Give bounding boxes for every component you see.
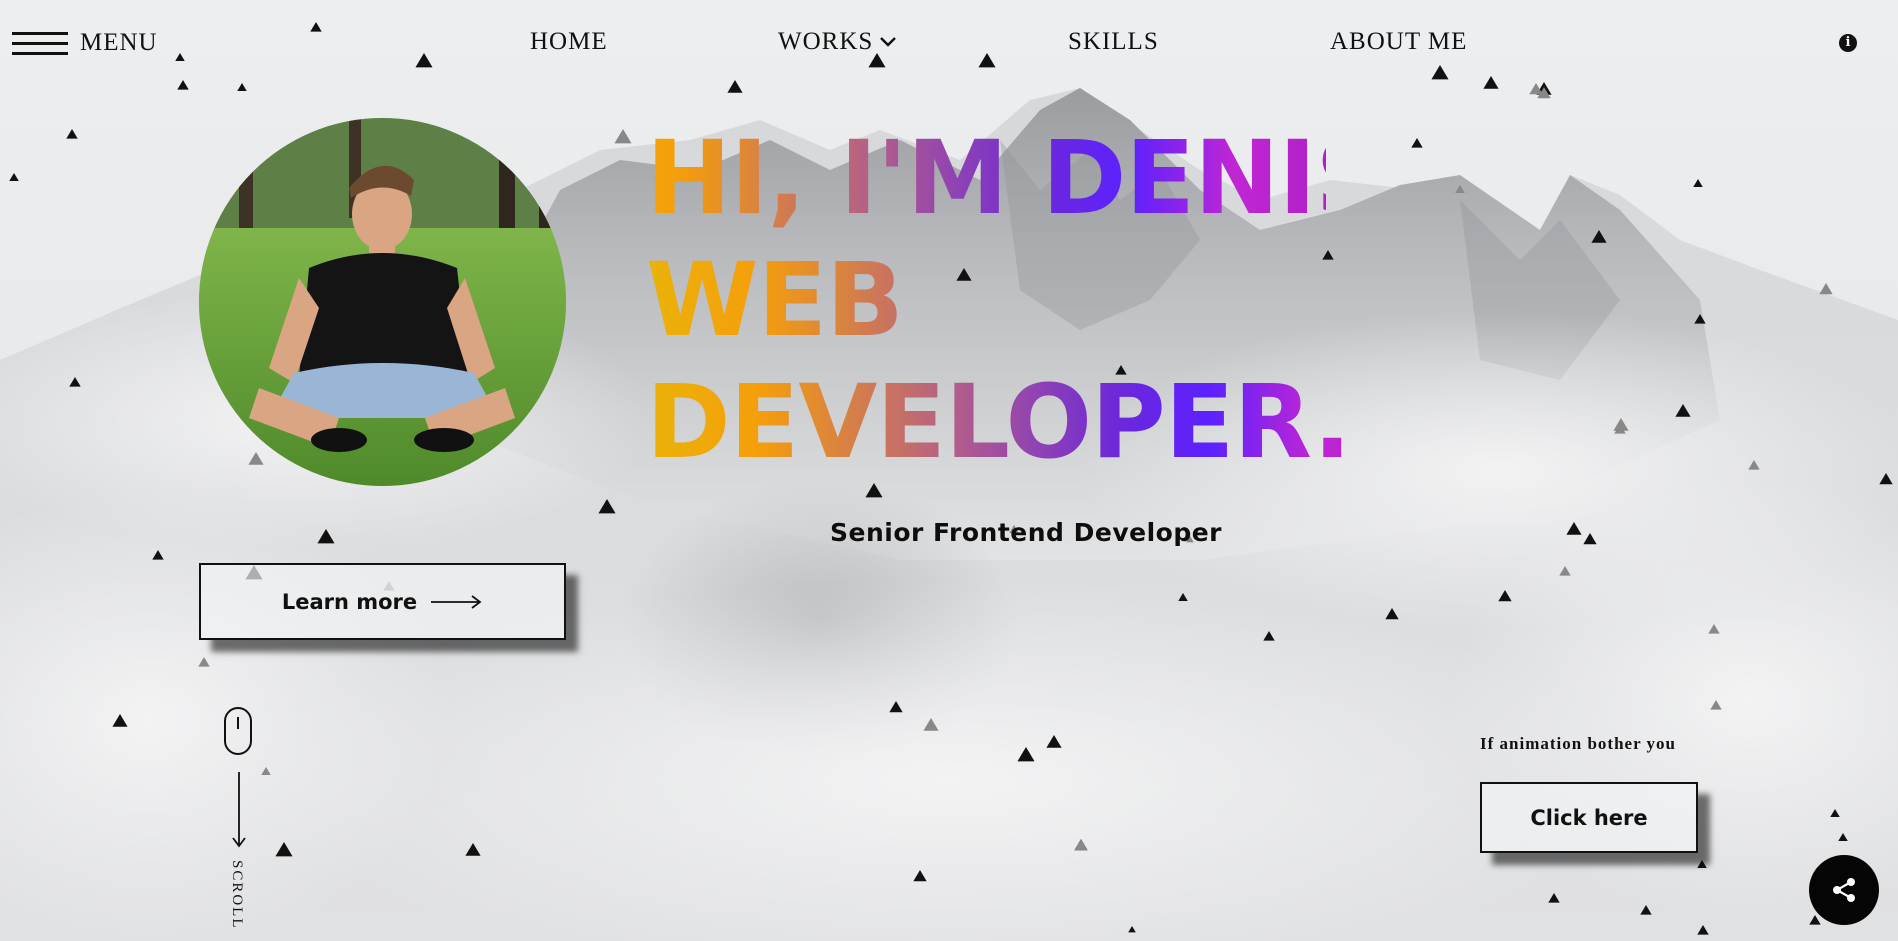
- info-icon[interactable]: i: [1839, 34, 1857, 52]
- arrow-down-icon: [232, 772, 246, 848]
- learn-more-label: Learn more: [281, 589, 418, 614]
- nav-works[interactable]: WORKS: [778, 28, 897, 56]
- avatar: [199, 118, 566, 486]
- headline-line-1: HI, I'M DENIS,: [646, 119, 1427, 238]
- learn-more-button[interactable]: Learn more: [199, 563, 566, 640]
- nav-about-me[interactable]: ABOUT ME: [1330, 28, 1467, 56]
- nav-home[interactable]: HOME: [530, 28, 608, 56]
- disable-animation-button[interactable]: Click here: [1480, 782, 1698, 853]
- animation-note: If animation bother you: [1480, 734, 1677, 753]
- scroll-label: SCROLL: [229, 860, 245, 930]
- mouse-icon: [224, 707, 252, 755]
- click-here-label: Click here: [1530, 805, 1648, 830]
- chevron-down-icon: [880, 37, 897, 47]
- headline-line-2: WEB: [646, 241, 904, 360]
- nav-works-label: WORKS: [778, 28, 874, 55]
- nav-skills[interactable]: SKILLS: [1068, 28, 1159, 56]
- hero-subtitle: Senior Frontend Developer: [830, 518, 1223, 547]
- arrow-right-icon: [431, 594, 482, 609]
- menu-label: MENU: [80, 29, 158, 56]
- headline-line-3: DEVELOPER.: [646, 363, 1352, 482]
- share-icon: [1833, 878, 1855, 902]
- hero-headline: HI, I'M DENIS, WEB DEVELOPER.: [646, 118, 1427, 484]
- hamburger-menu-icon[interactable]: [12, 28, 68, 58]
- menu-button[interactable]: MENU: [12, 28, 158, 58]
- share-button[interactable]: [1809, 855, 1879, 925]
